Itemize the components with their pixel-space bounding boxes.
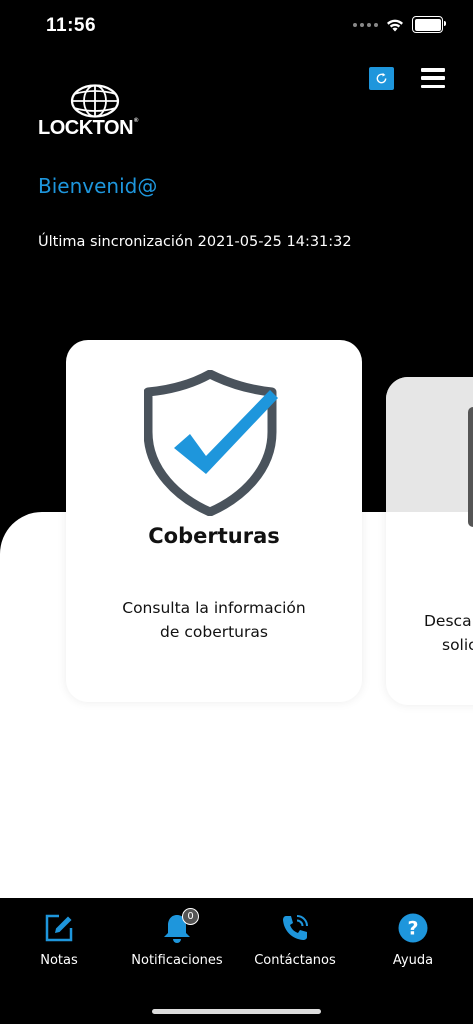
refresh-button[interactable] (369, 67, 394, 90)
app-screen: 11:56 LOCKTON® Bienvenid@ Última sincron… (0, 0, 473, 1024)
wifi-icon (387, 19, 403, 31)
logo-text: LOCKTON® (38, 117, 138, 139)
svg-text:?: ? (407, 918, 418, 940)
help-icon: ? (398, 913, 428, 943)
phone-icon (283, 915, 308, 940)
refresh-icon (376, 72, 387, 84)
card-description: Descar solic (424, 612, 473, 654)
hamburger-menu-icon (421, 68, 445, 72)
tab-notificaciones[interactable]: 0 Notificaciones (118, 908, 236, 968)
signal-icon (353, 22, 378, 27)
tab-label: Notificaciones (131, 953, 223, 968)
tab-contactanos[interactable]: Contáctanos (236, 912, 354, 968)
notification-badge: 0 (182, 908, 199, 925)
status-time: 11:56 (46, 15, 97, 36)
tab-label: Ayuda (392, 953, 434, 968)
card-coberturas[interactable]: Coberturas Consulta la información de co… (66, 340, 362, 702)
menu-button[interactable] (421, 66, 445, 90)
tab-bar: Notas 0 Notificaciones Contáctanos ? Ayu… (0, 898, 473, 1024)
last-sync-text: Última sincronización 2021-05-25 14:31:3… (38, 234, 352, 250)
tab-notas[interactable]: Notas (0, 912, 118, 968)
shield-check-icon (144, 370, 278, 516)
card-description: Consulta la información de coberturas (122, 599, 306, 641)
tab-label: Contáctanos (254, 953, 336, 968)
card-image (386, 377, 473, 527)
welcome-title: Bienvenid@ (38, 174, 158, 198)
tab-ayuda[interactable]: ? Ayuda (354, 912, 472, 968)
tab-label: Notas (40, 953, 78, 968)
globe-icon (70, 84, 120, 118)
home-indicator[interactable] (152, 1009, 321, 1014)
card-title: Coberturas (148, 524, 280, 548)
lockton-logo: LOCKTON® (38, 84, 156, 140)
status-indicators (353, 16, 446, 33)
card-descargas[interactable]: Descar solic (386, 377, 473, 705)
status-bar: 11:56 (0, 0, 473, 56)
edit-note-icon (45, 914, 73, 942)
battery-icon (412, 16, 446, 33)
